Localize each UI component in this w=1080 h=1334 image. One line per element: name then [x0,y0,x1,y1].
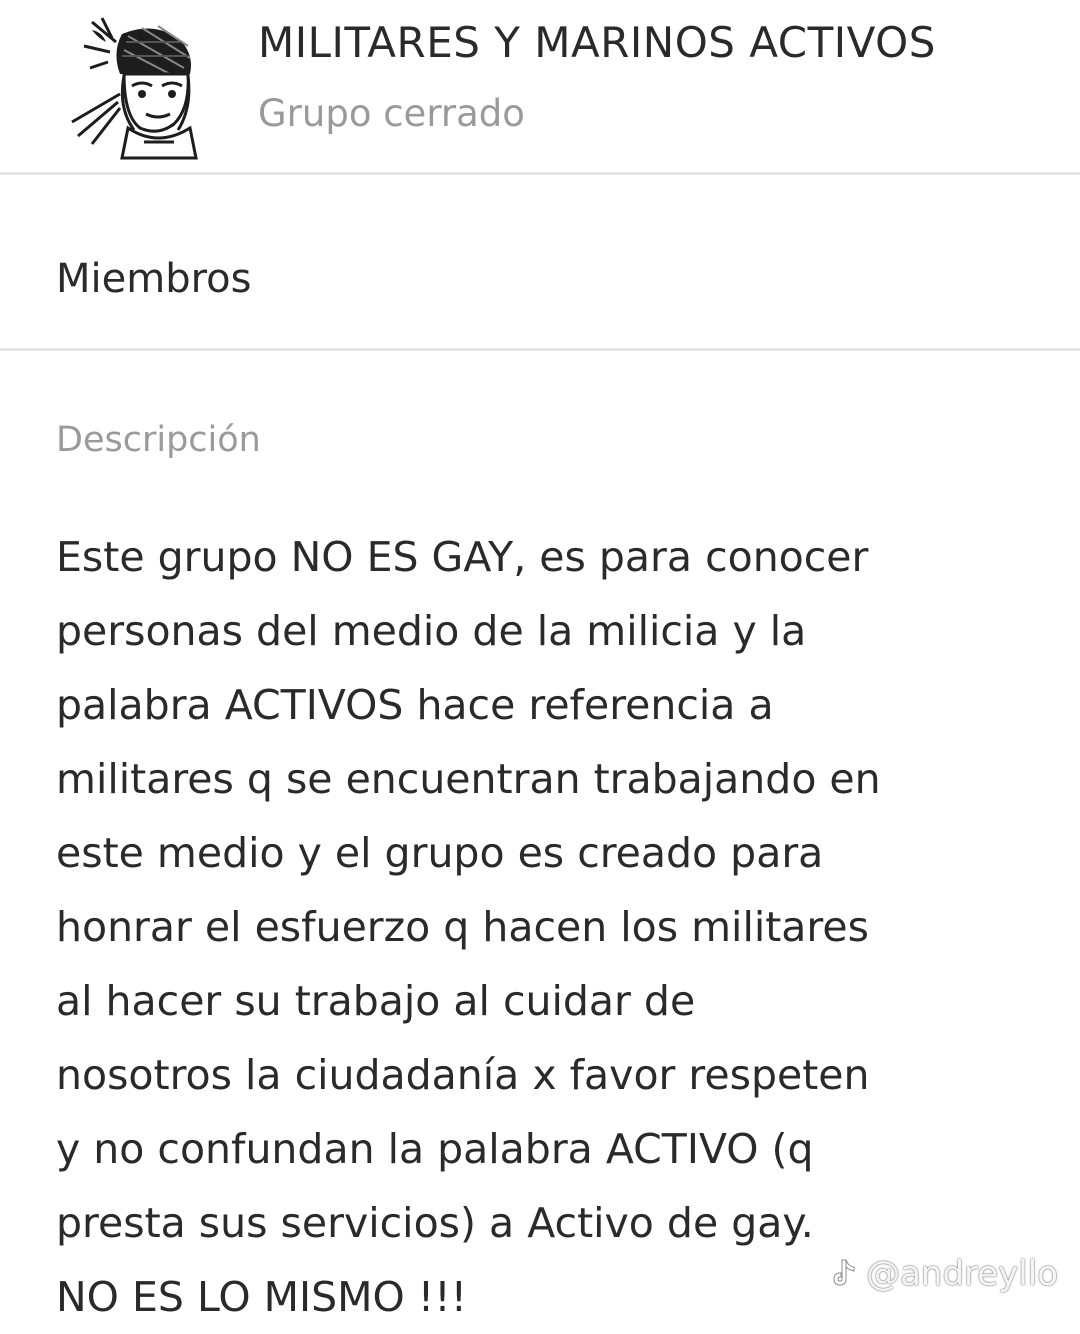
divider [0,172,1080,175]
description-line: presta sus servicios) a Activo de gay. [56,1199,814,1247]
group-privacy-label: Grupo cerrado [258,92,525,135]
description-text: Este grupo NO ES GAY, es para conocer pe… [56,520,1056,1334]
description-line: y no confundan la palabra ACTIVO (q [56,1125,814,1173]
soldier-avatar-icon[interactable] [62,12,210,160]
description-line: este medio y el grupo es creado para [56,829,824,877]
members-row[interactable]: Miembros [0,198,1080,348]
group-header: MILITARES Y MARINOS ACTIVOS Grupo cerrad… [0,0,1080,170]
tiktok-icon [833,1259,855,1286]
watermark-handle: @andreyllo [866,1254,1058,1294]
description-line: al hacer su trabajo al cuidar de [56,977,696,1025]
description-line: personas del medio de la milicia y la [56,607,807,655]
description-label: Descripción [56,420,261,460]
description-line: honrar el esfuerzo q hacen los militares [56,903,869,951]
divider [0,348,1080,351]
description-line: palabra ACTIVOS hace referencia a [56,681,774,729]
description-line: Este grupo NO ES GAY, es para conocer [56,533,869,581]
description-line: militares q se encuentran trabajando en [56,755,881,803]
group-title[interactable]: MILITARES Y MARINOS ACTIVOS [258,18,936,67]
watermark: @andreyllo [830,1254,1058,1294]
members-label[interactable]: Miembros [56,256,251,302]
description-line: nosotros la ciudadanía x favor respeten [56,1051,870,1099]
